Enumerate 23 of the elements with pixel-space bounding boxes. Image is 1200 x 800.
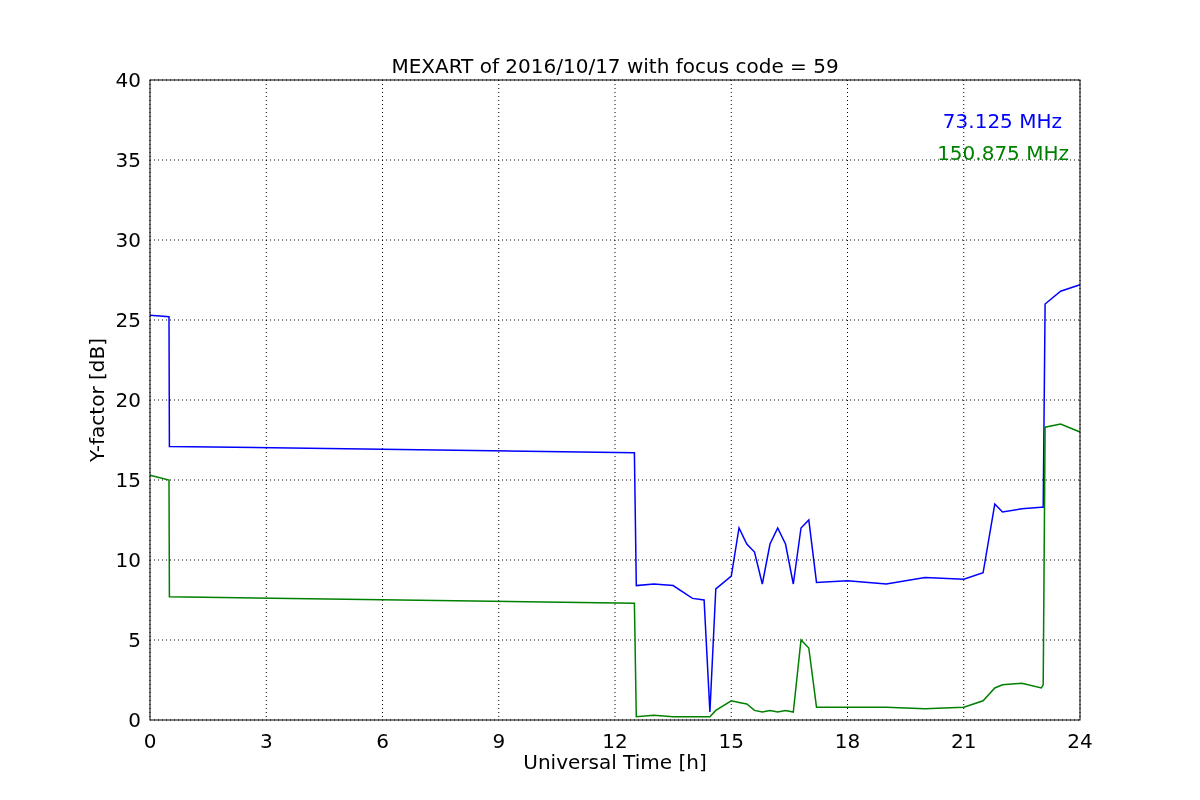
y-axis-label: Y-factor [dB] [85, 338, 109, 462]
x-tick-label: 6 [376, 729, 389, 753]
x-axis-label: Universal Time [h] [523, 750, 707, 774]
x-tick-label: 0 [143, 729, 157, 753]
legend-label: 73.125 MHz [942, 109, 1062, 133]
x-tick-label: 21 [951, 729, 977, 753]
y-tick-label: 40 [115, 68, 141, 92]
y-tick-label: 0 [128, 708, 141, 732]
y-tick-label: 15 [115, 468, 141, 492]
y-tick-label: 5 [128, 628, 141, 652]
x-tick-label: 15 [718, 729, 744, 753]
y-tick-label: 10 [115, 548, 141, 572]
y-tick-label: 20 [115, 388, 141, 412]
y-tick-label: 35 [115, 148, 141, 172]
chart-title: MEXART of 2016/10/17 with focus code = 59 [391, 54, 839, 78]
y-tick-label: 30 [115, 228, 141, 252]
x-tick-label: 12 [602, 729, 628, 753]
x-tick-label: 3 [259, 729, 273, 753]
legend-label: 150.875 MHz [937, 141, 1069, 165]
x-tick-label: 9 [492, 729, 506, 753]
x-tick-label: 18 [834, 729, 861, 753]
y-tick-label: 25 [115, 308, 141, 332]
x-tick-label: 24 [1067, 729, 1093, 753]
